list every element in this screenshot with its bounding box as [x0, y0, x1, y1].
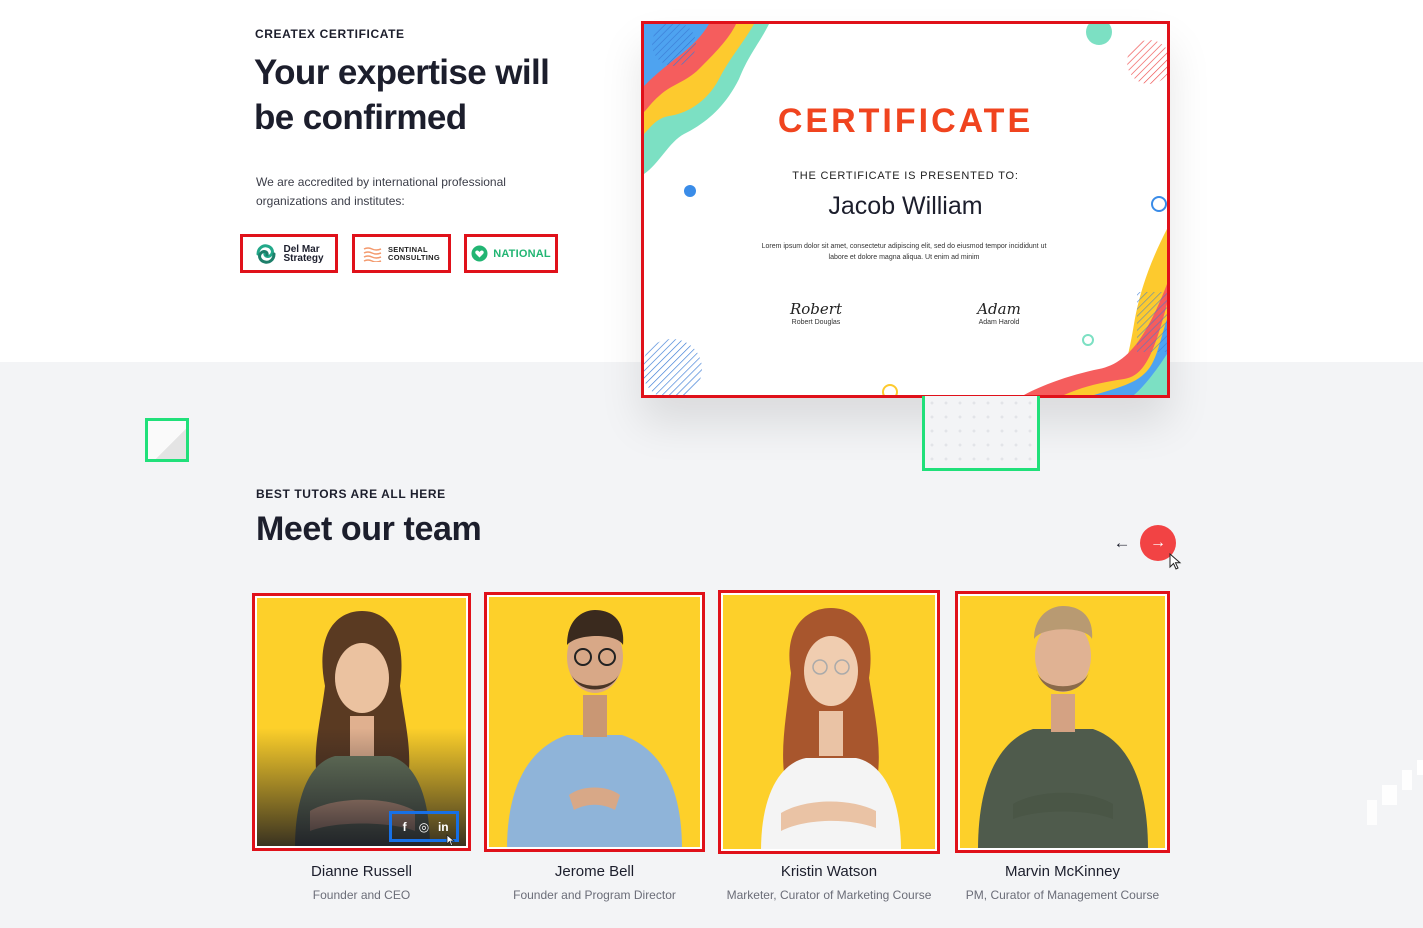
decorative-arrows — [1367, 760, 1423, 825]
person-portrait-icon — [978, 606, 1148, 850]
mouse-pointer-icon — [446, 834, 456, 847]
member-name: Kristin Watson — [780, 863, 878, 880]
team-eyebrow: BEST TUTORS ARE ALL HERE — [256, 487, 446, 501]
member-role: Marketer, Curator of Marketing Course — [726, 888, 932, 902]
facebook-icon[interactable]: f — [397, 820, 413, 834]
certificate-presented-label: THE CERTIFICATE IS PRESENTED TO: — [792, 170, 1019, 182]
swirl-logo-icon — [256, 243, 276, 264]
certificate-eyebrow: CREATEX CERTIFICATE — [255, 27, 405, 41]
instagram-icon[interactable]: ◎ — [416, 820, 432, 834]
carousel-prev-button[interactable]: ← — [1110, 531, 1134, 555]
certificate-recipient: Jacob William — [828, 192, 983, 220]
member-role: PM, Curator of Management Course — [965, 888, 1160, 902]
member-name: Jerome Bell — [554, 863, 635, 880]
person-portrait-icon — [761, 608, 901, 851]
signature-name: Adam Harold — [978, 319, 1020, 326]
member-name: Dianne Russell — [311, 863, 412, 880]
certificate-title: CERTIFICATE — [777, 102, 1034, 140]
mouse-pointer-icon — [1169, 553, 1182, 570]
certificate-description: We are accredited by international profe… — [256, 175, 506, 208]
certificate-headline: Your expertise will be confirmed — [254, 53, 550, 137]
certificate-body: Lorem ipsum dolor sit amet, consectetur … — [761, 243, 1047, 261]
partner-line2: Strategy — [283, 252, 324, 264]
team-photo[interactable] — [955, 591, 1170, 853]
team-photo[interactable] — [718, 590, 940, 854]
signature-2: Adam Adam Harold — [944, 300, 1054, 326]
signature-1: Robert Robert Douglas — [761, 300, 871, 326]
partner-logo-national[interactable]: NATIONAL — [464, 234, 558, 273]
heart-badge-icon — [471, 245, 488, 262]
team-headline: Meet our team — [256, 510, 482, 548]
signature-script: Adam — [977, 300, 1021, 318]
member-role: Founder and CEO — [312, 888, 411, 902]
partner-line2: CONSULTING — [387, 252, 441, 262]
member-name: Marvin McKinney — [1004, 863, 1121, 880]
team-section — [0, 362, 1423, 928]
partner-logo-sentinal[interactable]: SENTINAL CONSULTING — [352, 234, 451, 273]
stripes-logo-icon — [363, 246, 382, 262]
member-role: Founder and Program Director — [513, 888, 676, 902]
decorative-square — [145, 418, 189, 462]
partner-line1: NATIONAL — [493, 247, 551, 260]
person-portrait-icon — [507, 610, 682, 849]
linkedin-icon[interactable]: in — [435, 820, 451, 834]
decorative-dot-grid — [922, 396, 1040, 471]
certificate-image[interactable]: CERTIFICATE THE CERTIFICATE IS PRESENTED… — [641, 21, 1170, 398]
team-photo[interactable] — [484, 592, 705, 852]
partner-logo-del-mar[interactable]: Del Mar Strategy — [240, 234, 338, 273]
signature-script: Robert — [789, 300, 842, 318]
team-photo[interactable]: f ◎ in — [252, 593, 471, 851]
signature-name: Robert Douglas — [791, 319, 841, 326]
